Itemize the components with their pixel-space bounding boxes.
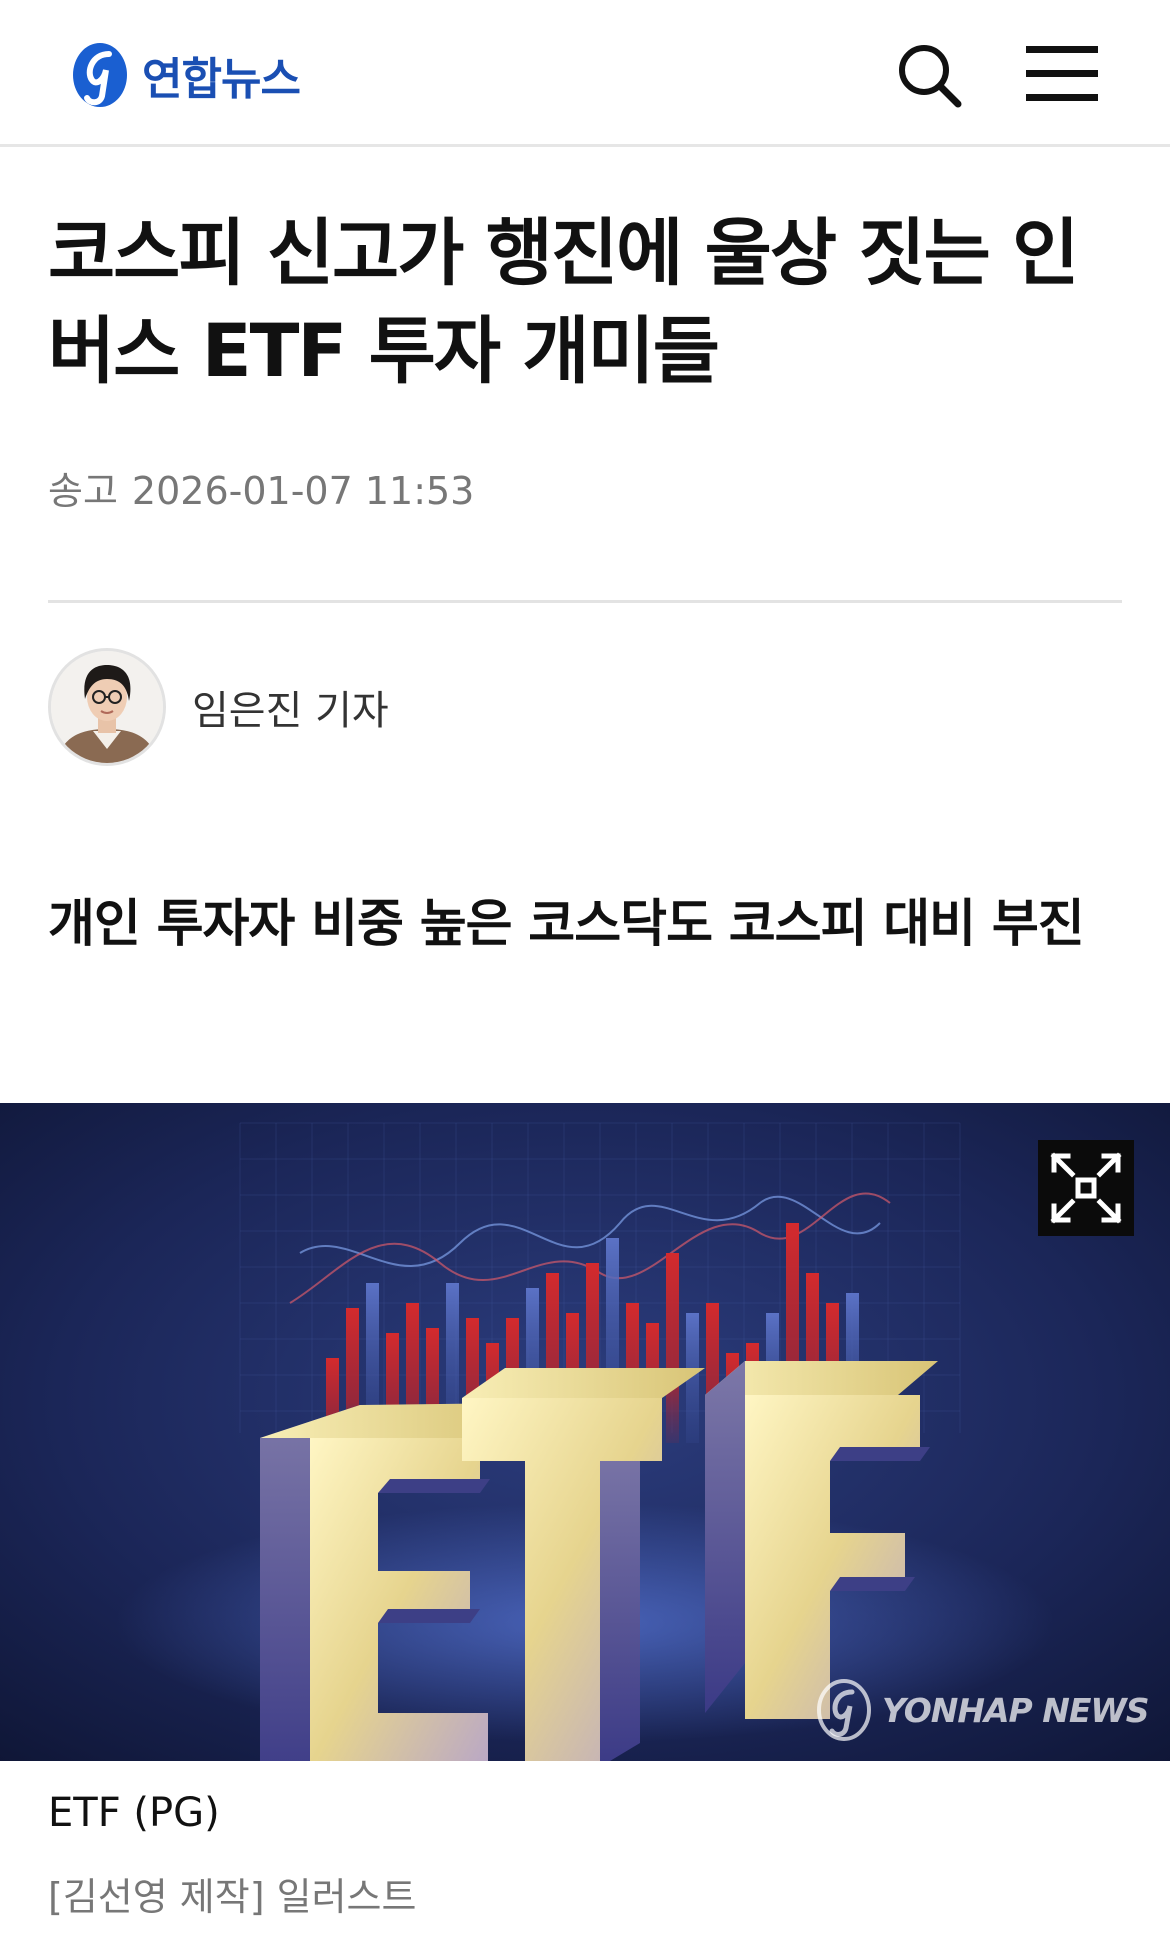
reporter-avatar[interactable] bbox=[48, 648, 166, 766]
photo-caption-credit: [김선영 제작] 일러스트 bbox=[48, 1875, 417, 1919]
publish-label: 송고 bbox=[48, 469, 118, 513]
logo-text: 연합뉴스 bbox=[142, 54, 301, 105]
etf-illustration bbox=[0, 1103, 1170, 1761]
chart-bar-decoration bbox=[666, 1253, 679, 1443]
photo-caption-title: ETF (PG) bbox=[48, 1790, 220, 1836]
article-photo[interactable] bbox=[0, 1103, 1170, 1761]
photo-expand-button[interactable] bbox=[1038, 1140, 1134, 1236]
headline-line-1: 코스피 신고가 행진에 울상 짓는 인 bbox=[48, 211, 1079, 296]
publish-time: 송고 2026-01-07 11:53 bbox=[48, 460, 474, 515]
hamburger-menu-icon bbox=[1026, 46, 1098, 101]
article-subtitle: 개인 투자자 비중 높은 코스닥도 코스피 대비 부진 bbox=[48, 895, 1085, 954]
divider bbox=[48, 600, 1122, 603]
headline-line-2: 버스 ETF 투자 개미들 bbox=[48, 309, 720, 394]
reporter-photo bbox=[51, 651, 163, 763]
yonhap-watermark-icon bbox=[817, 1679, 871, 1741]
yonhap-logo-icon bbox=[73, 43, 127, 107]
search-button[interactable] bbox=[896, 42, 964, 110]
site-header: 연합뉴스 bbox=[0, 0, 1170, 147]
photo-watermark: YONHAP NEWS bbox=[816, 1678, 1150, 1742]
reporter-name[interactable]: 임은진 기자 bbox=[192, 678, 389, 736]
search-icon bbox=[899, 45, 962, 108]
menu-button[interactable] bbox=[1024, 42, 1100, 106]
publish-datetime: 2026-01-07 11:53 bbox=[131, 469, 475, 513]
watermark-text: YONHAP NEWS bbox=[882, 1690, 1150, 1730]
expand-icon bbox=[1050, 1152, 1122, 1224]
yonhap-logo[interactable]: 연합뉴스 bbox=[70, 38, 301, 112]
article-headline: 코스피 신고가 행진에 울상 짓는 인 버스 ETF 투자 개미들 bbox=[48, 205, 1118, 401]
